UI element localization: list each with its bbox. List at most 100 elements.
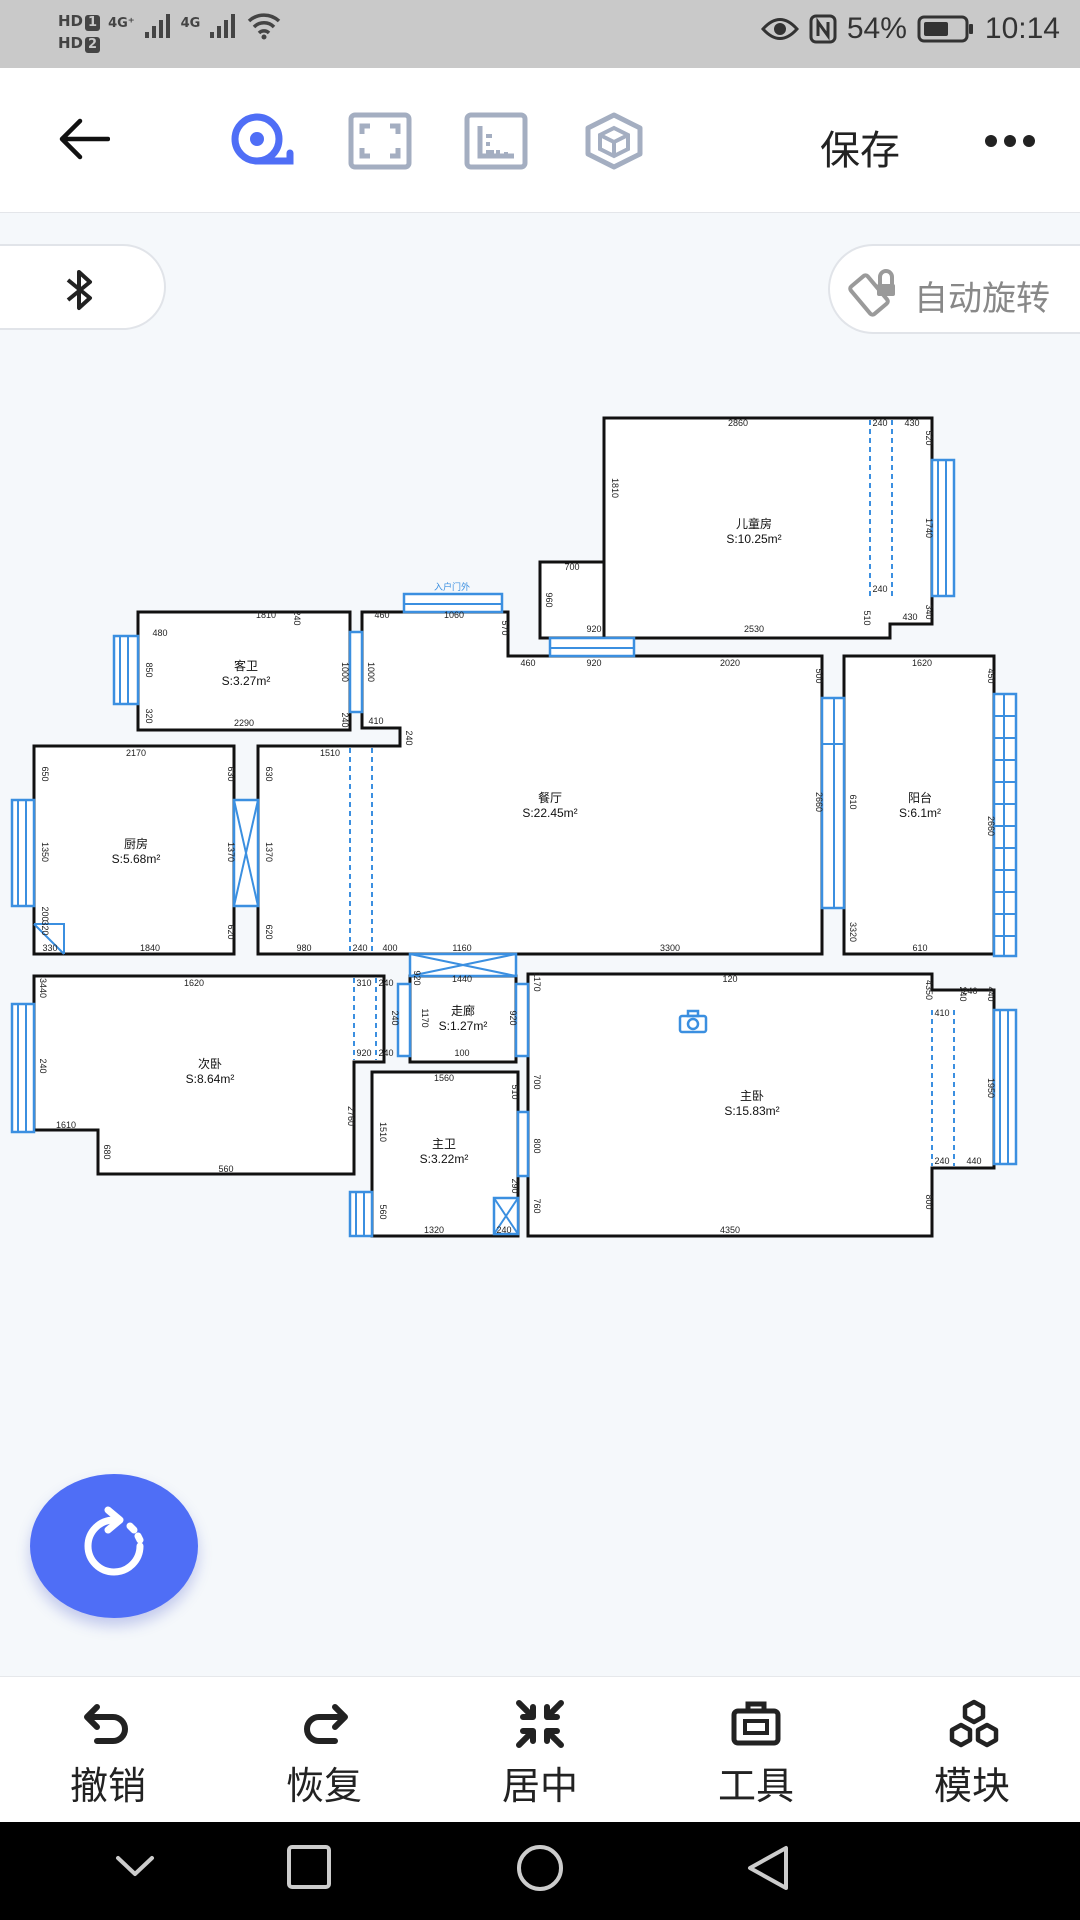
dimension-label: 2860 (728, 418, 748, 428)
dimension-label: 1810 (610, 478, 620, 498)
dimension-label: 560 (218, 1164, 233, 1174)
room-name-second-bed: 次卧 (198, 1057, 222, 1071)
room-name-kids: 儿童房 (736, 516, 772, 531)
dimension-label: 1060 (444, 610, 464, 620)
dimension-label: 980 (296, 943, 311, 953)
rotate-lock-icon (848, 269, 895, 317)
frame-icon[interactable] (348, 112, 412, 170)
entrance-label: 入户门外 (434, 581, 470, 592)
dimension-label: 1740 (924, 518, 934, 538)
window-guest-bath[interactable] (112, 634, 140, 706)
undo-icon (84, 1704, 128, 1744)
clock: 10:14 (984, 12, 1060, 45)
dimension-label: 480 (152, 628, 167, 638)
dimension-label: 240 (352, 943, 367, 953)
dimension-label: 240 (404, 730, 414, 745)
dimension-label: 240 (390, 1010, 400, 1025)
tape-measure-icon[interactable] (230, 112, 294, 170)
window-master-bed[interactable] (992, 1008, 1018, 1166)
dimension-label: 410 (368, 716, 383, 726)
dimension-label: 330 (42, 943, 57, 953)
cube-icon[interactable] (582, 112, 646, 170)
center-button[interactable]: 居中 (432, 1677, 648, 1823)
nav-back-icon[interactable] (744, 1844, 792, 1892)
rotate-view-fab[interactable] (30, 1474, 198, 1618)
more-options-icon[interactable] (984, 134, 1036, 148)
room-name-guest-bath: 客卫 (234, 658, 258, 673)
dimension-label: 240 (872, 418, 887, 428)
dimension-label: 100 (454, 1048, 469, 1058)
tools-button[interactable]: 工具 (648, 1677, 864, 1823)
dimension-label: 650 (40, 766, 50, 781)
room-name-dining: 餐厅 (538, 790, 562, 805)
dimension-label: 1810 (256, 610, 276, 620)
undo-button[interactable]: 撤销 (0, 1677, 216, 1823)
dimension-label: 700 (564, 562, 579, 572)
room-balcony (842, 654, 996, 956)
room-area-second-bed: S:8.64m² (186, 1072, 235, 1086)
door-master-bath-side[interactable] (516, 1110, 530, 1178)
dimension-label: 3300 (660, 943, 680, 953)
door-guest-bath[interactable] (348, 630, 364, 714)
dimension-label: 240 (292, 610, 302, 625)
dimension-label: 610 (848, 794, 858, 809)
window-second-bed[interactable] (10, 1002, 36, 1134)
dimension-label: 1840 (140, 943, 160, 953)
dimension-label: 2660 (814, 792, 824, 812)
dimension-label: 680 (102, 1144, 112, 1159)
room-area-kids: S:10.25m² (726, 532, 781, 546)
redo-button[interactable]: 恢复 (216, 1677, 432, 1823)
dimension-label: 2660 (986, 816, 996, 836)
dimension-label: 570 (500, 620, 510, 635)
redo-icon (304, 1704, 348, 1744)
battery-percent: 54% (846, 12, 907, 45)
dimension-label: 4350 (720, 1225, 740, 1235)
room-area-dining: S:22.45m² (522, 806, 577, 820)
dimension-label: 3440 (38, 978, 48, 998)
dimension-label: 500 (814, 668, 824, 683)
bluetooth-button[interactable] (0, 244, 166, 330)
nav-recents-icon[interactable] (286, 1844, 332, 1890)
dimension-label: 400 (382, 943, 397, 953)
dimension-label: 1370 (226, 842, 236, 862)
nav-hide-icon[interactable] (114, 1852, 156, 1882)
save-button[interactable]: 保存 (820, 118, 900, 176)
dimension-label: 510 (862, 610, 872, 625)
dimension-label: 2290 (234, 718, 254, 728)
dimension-label: 240 (496, 1225, 511, 1235)
back-arrow-icon[interactable] (56, 118, 110, 160)
dimension-label: 560 (378, 1204, 388, 1219)
dimension-label: 240 (934, 1156, 949, 1166)
dimension-label: 920 (412, 970, 422, 985)
dimension-label: 1350 (40, 842, 50, 862)
nav-home-icon[interactable] (514, 1844, 566, 1896)
dimension-label: 240 (340, 712, 350, 727)
nfc-icon (809, 14, 837, 44)
wifi-icon (248, 13, 281, 40)
dimension-label: 1160 (452, 943, 471, 953)
rotate-icon (84, 1506, 144, 1576)
dimension-label: 430 (902, 612, 917, 622)
collapse-icon (516, 1700, 564, 1748)
window-kids[interactable] (930, 458, 956, 598)
wall-icon[interactable] (464, 112, 528, 170)
battery-icon (917, 15, 973, 43)
eye-icon (760, 18, 799, 40)
window-master-bath[interactable] (348, 1190, 374, 1238)
room-name-corridor: 走廊 (451, 1003, 475, 1018)
modules-button[interactable]: 模块 (864, 1677, 1080, 1823)
dimension-label: 1560 (434, 1073, 454, 1083)
dimension-label: 610 (912, 943, 927, 953)
dimension-label: 3320 (848, 922, 858, 942)
room-name-master-bed: 主卧 (740, 1089, 764, 1103)
window-kitchen[interactable] (10, 798, 36, 908)
dimension-label: 440 (966, 1156, 981, 1166)
dimension-label: 320 (144, 708, 154, 723)
dimension-label: 800 (532, 1138, 542, 1153)
modules-icon (949, 1699, 999, 1748)
dimension-label: 620 (264, 924, 274, 939)
dimension-label: 1620 (912, 658, 932, 668)
room-area-master-bath: S:3.22m² (420, 1152, 469, 1166)
floor-plan[interactable]: 儿童房 S:10.25m² 客卫 S:3.27m² 餐厅 S:22.45m² 阳… (0, 400, 1080, 1260)
auto-rotate-button[interactable]: 自动旋转 (828, 244, 1080, 334)
